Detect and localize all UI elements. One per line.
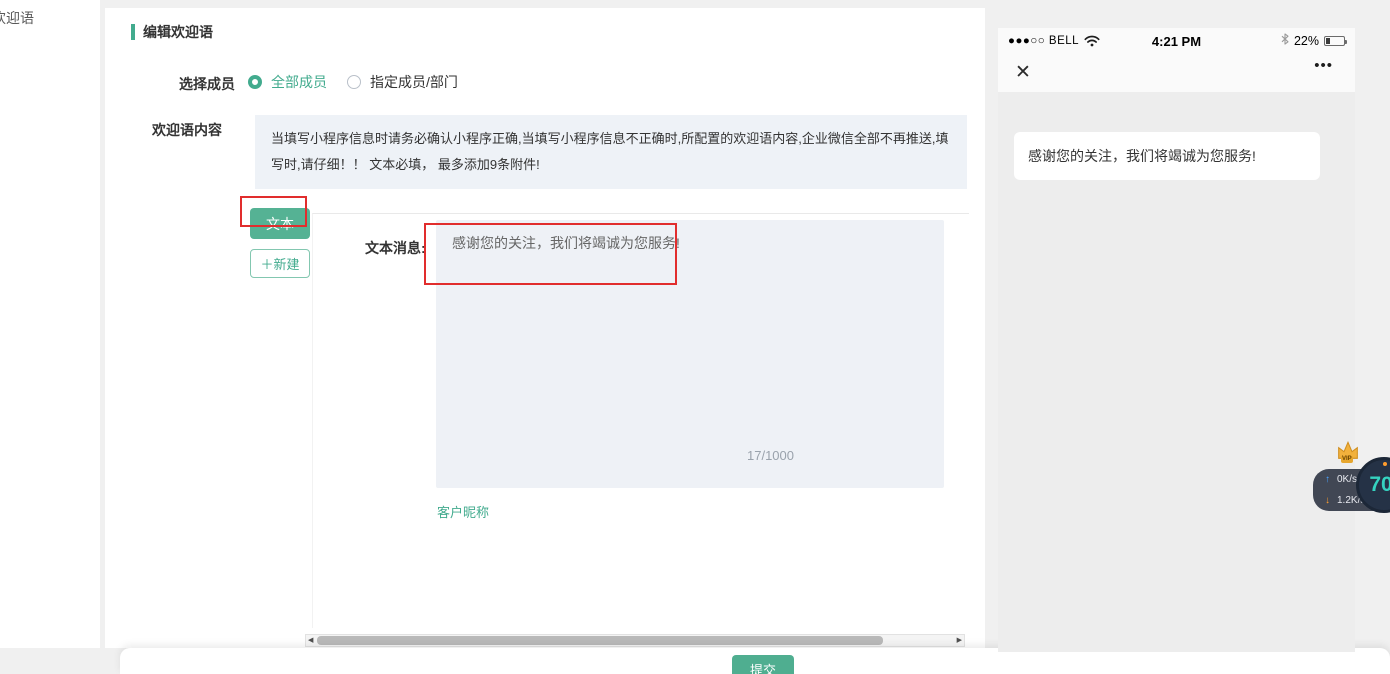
phone-preview: ●●●○○ BELL 4:21 PM 22% ✕ (998, 28, 1355, 652)
radio-selected-icon[interactable] (248, 75, 262, 89)
message-bubble: 感谢您的关注，我们将竭诚为您服务! (1014, 132, 1320, 180)
radio-all-members[interactable]: 全部成员 (248, 72, 327, 92)
radio-all-members-label: 全部成员 (271, 72, 327, 92)
vip-badge: VIP (1341, 456, 1353, 463)
signal-carrier-label: ●●●○○ BELL (1008, 35, 1079, 47)
section-accent-bar (131, 24, 135, 40)
battery-icon (1324, 36, 1345, 46)
phone-status-bar: ●●●○○ BELL 4:21 PM 22% (998, 28, 1355, 54)
welcome-content-label: 欢迎语内容 (152, 120, 222, 140)
horizontal-scrollbar[interactable]: ◀ ▶ (305, 634, 965, 647)
radio-specified-members[interactable]: 指定成员/部门 (347, 72, 458, 92)
annotation-box-message (424, 223, 677, 285)
more-icon[interactable]: ••• (1314, 57, 1333, 74)
submit-button[interactable]: 提交 (732, 655, 794, 674)
radio-unselected-icon[interactable] (347, 75, 361, 89)
member-select-label: 选择成员 (179, 74, 235, 94)
annotation-box-text-tab (240, 196, 307, 227)
text-message-label: 文本消息: (365, 238, 426, 258)
sidebar: 欢迎语 (0, 0, 100, 648)
edit-welcome-panel: 编辑欢迎语 选择成员 全部成员 指定成员/部门 欢迎语内容 当填写小程序信息时请… (105, 8, 985, 648)
status-time: 4:21 PM (1152, 34, 1201, 49)
scroll-left-arrow-icon[interactable]: ◀ (308, 636, 313, 646)
score-value: 70 (1369, 473, 1390, 497)
wifi-icon (1084, 35, 1100, 47)
notice-box: 当填写小程序信息时请务必确认小程序正确,当填写小程序信息不正确时,所配置的欢迎语… (255, 115, 967, 189)
battery-percent: 22% (1294, 34, 1319, 48)
section-header: 编辑欢迎语 (131, 22, 213, 42)
page: 欢迎语 编辑欢迎语 选择成员 全部成员 指定成员/部门 欢迎语内容 当填写小程序… (0, 0, 1390, 674)
page-title: 编辑欢迎语 (143, 22, 213, 42)
add-attachment-button[interactable]: ＋新建 (250, 249, 310, 278)
bluetooth-icon (1281, 32, 1289, 50)
customer-nickname-link[interactable]: 客户昵称 (437, 502, 489, 521)
status-right-cluster: 22% (1281, 32, 1345, 50)
download-arrow-icon: ↓ (1325, 495, 1330, 506)
sidebar-item-welcome-message[interactable]: 欢迎语 (0, 8, 34, 28)
upload-arrow-icon: ↑ (1325, 474, 1330, 485)
scroll-right-arrow-icon[interactable]: ▶ (957, 636, 962, 646)
phone-nav-bar: ✕ ••• (998, 54, 1355, 92)
radio-specified-members-label: 指定成员/部门 (370, 72, 458, 92)
chat-area: 感谢您的关注，我们将竭诚为您服务! (998, 92, 1355, 652)
scrollbar-thumb[interactable] (317, 636, 883, 645)
upload-speed: 0K/s (1337, 474, 1357, 485)
close-icon[interactable]: ✕ (1015, 61, 1031, 84)
char-counter: 17/1000 (747, 446, 794, 466)
